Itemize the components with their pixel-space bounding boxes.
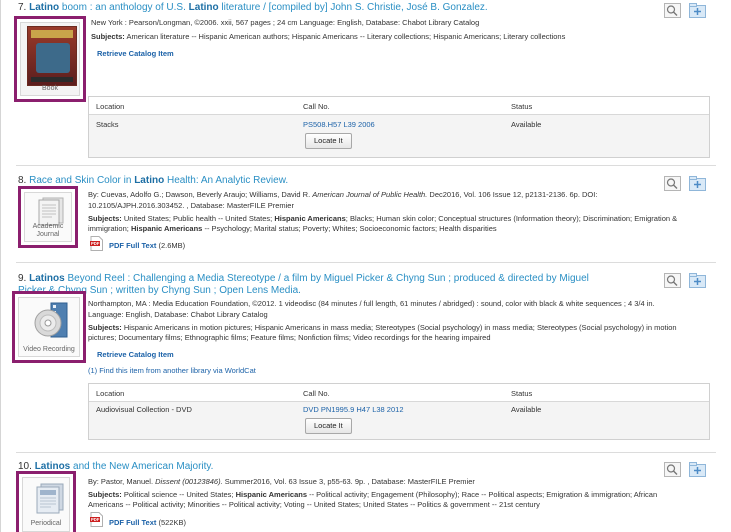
journal-document-icon bbox=[38, 197, 64, 226]
retrieve-catalog-item-link[interactable]: Retrieve Catalog Item bbox=[97, 49, 174, 58]
record-divider bbox=[16, 452, 716, 453]
record-divider bbox=[16, 262, 716, 263]
location-header: Location bbox=[96, 102, 125, 111]
video-disc-icon bbox=[34, 302, 68, 338]
holdings-table: Location Call No. Status Stacks PS508.H5… bbox=[88, 96, 710, 158]
periodical-thumbnail[interactable]: Periodical bbox=[16, 471, 76, 532]
locate-it-button[interactable]: Locate It bbox=[305, 418, 352, 434]
periodical-icon bbox=[36, 483, 64, 514]
record-subjects: Subjects: American literature -- Hispani… bbox=[91, 32, 566, 41]
retrieve-catalog-item-link[interactable]: Retrieve Catalog Item bbox=[97, 350, 174, 359]
call-no-header: Call No. bbox=[303, 389, 330, 398]
record-title[interactable]: 7. Latino boom : an anthology of U.S. La… bbox=[18, 2, 488, 13]
record-divider bbox=[16, 165, 716, 166]
add-to-folder-icon[interactable] bbox=[689, 462, 706, 477]
status-header: Status bbox=[511, 389, 533, 398]
record-meta-line2: 10.2105/AJPH.2016.303452. , Database: Ma… bbox=[88, 201, 294, 210]
record-subjects-line2: pictures; Documentary films; Ethnographi… bbox=[88, 333, 491, 342]
book-thumbnail[interactable]: Book bbox=[14, 16, 86, 102]
magnifier-preview-icon[interactable] bbox=[664, 462, 681, 477]
magnifier-preview-icon[interactable] bbox=[664, 3, 681, 18]
magnifier-preview-icon[interactable] bbox=[664, 176, 681, 191]
svg-text:PDF: PDF bbox=[91, 241, 100, 246]
book-cover-image bbox=[27, 26, 77, 86]
add-to-folder-icon[interactable] bbox=[689, 176, 706, 191]
record-title[interactable]: 9. Latinos Beyond Reel : Challenging a M… bbox=[18, 273, 589, 284]
status-value: Available bbox=[511, 405, 542, 414]
magnifier-preview-icon[interactable] bbox=[664, 273, 681, 288]
record-meta: New York : Pearson/Longman, ©2006. xxii,… bbox=[91, 18, 480, 27]
pdf-icon[interactable]: PDF bbox=[90, 236, 103, 251]
pdf-full-text-link[interactable]: PDF Full Text (522KB) bbox=[109, 517, 186, 528]
call-number-link[interactable]: DVD PN1995.9 H47 L38 2012 bbox=[303, 405, 404, 414]
record-meta: By: Pastor, Manuel. Dissent (00123846). … bbox=[88, 477, 475, 486]
record-title[interactable]: 8. Race and Skin Color in Latino Health:… bbox=[18, 175, 288, 186]
status-header: Status bbox=[511, 102, 533, 111]
pdf-full-text-link[interactable]: PDF Full Text (2.6MB) bbox=[109, 240, 185, 251]
svg-text:PDF: PDF bbox=[91, 517, 100, 522]
record-subjects-line2: immigration; Hispanic Americans -- Psych… bbox=[88, 224, 497, 233]
add-to-folder-icon[interactable] bbox=[689, 3, 706, 18]
call-number-link[interactable]: PS508.H57 L39 2006 bbox=[303, 120, 375, 129]
add-to-folder-icon[interactable] bbox=[689, 273, 706, 288]
left-border bbox=[0, 0, 1, 532]
call-no-header: Call No. bbox=[303, 102, 330, 111]
record-meta: Northampton, MA : Media Education Founda… bbox=[88, 299, 655, 308]
location-value: Audiovisual Collection - DVD bbox=[96, 405, 192, 414]
pdf-icon[interactable]: PDF bbox=[90, 512, 103, 527]
holdings-table: Location Call No. Status Audiovisual Col… bbox=[88, 383, 710, 440]
record-meta: By: Cuevas, Adolfo G.; Dawson, Beverly A… bbox=[88, 190, 598, 199]
academic-journal-thumbnail[interactable]: Academic Journal bbox=[18, 186, 78, 248]
status-value: Available bbox=[511, 120, 542, 129]
video-recording-thumbnail[interactable]: Video Recording bbox=[12, 291, 86, 363]
location-header: Location bbox=[96, 389, 125, 398]
record-meta-line2: Language: English, Database: Chabot Libr… bbox=[88, 310, 268, 319]
record-subjects-line2: Americans -- Political activity; Minorit… bbox=[88, 500, 540, 509]
worldcat-link[interactable]: (1) Find this item from another library … bbox=[88, 366, 256, 375]
location-value: Stacks bbox=[96, 120, 119, 129]
locate-it-button[interactable]: Locate It bbox=[305, 133, 352, 149]
